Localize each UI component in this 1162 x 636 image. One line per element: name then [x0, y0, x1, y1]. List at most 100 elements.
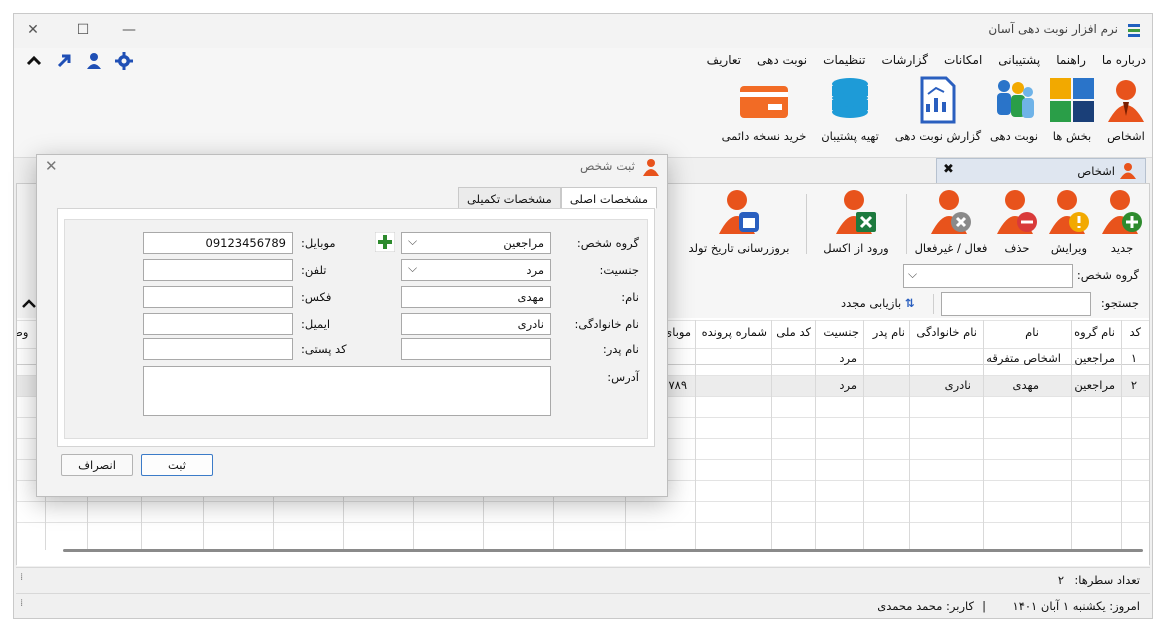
close-tab-icon[interactable]: ✖: [943, 162, 954, 177]
gear-icon[interactable]: [114, 51, 134, 71]
col-header-family[interactable]: نام خانوادگی: [916, 325, 977, 339]
col-header-national-id[interactable]: کد ملی: [776, 325, 811, 339]
refresh-button[interactable]: ⇅ بازیابی مجدد: [841, 296, 914, 310]
grid-col-line: [1121, 320, 1122, 550]
col-header-status[interactable]: وضع: [17, 325, 28, 339]
form-panel: گروه شخص: مراجعین ⌵ جنسیت: مرد ⌵ نام: مه…: [64, 219, 648, 439]
col-header-file-number[interactable]: شماره پرونده: [702, 325, 767, 339]
col-header-group[interactable]: نام گروه: [1074, 325, 1115, 339]
submit-button[interactable]: ثبت: [141, 454, 213, 476]
tab-people[interactable]: اشخاص ✖: [936, 158, 1146, 183]
menu-reports[interactable]: گزارشات: [881, 53, 927, 67]
menu-appointments[interactable]: نوبت دهی: [757, 53, 807, 67]
tab-main-info[interactable]: مشخصات اصلی: [560, 187, 657, 209]
address-label: آدرس:: [607, 370, 639, 384]
menu-bar: تعاریف نوبت دهی تنظیمات گزارشات امکانات …: [14, 48, 1152, 74]
maximize-window-button[interactable]: ☐: [72, 20, 94, 40]
col-header-code[interactable]: کد: [1129, 325, 1141, 339]
tab-extra-info[interactable]: مشخصات تکمیلی: [457, 187, 561, 209]
external-link-icon[interactable]: [54, 51, 74, 71]
father-name-input[interactable]: [401, 338, 551, 360]
person-add-icon: [1102, 190, 1142, 234]
person-excel-icon: [836, 190, 876, 234]
chevron-down-icon: ⌵: [908, 267, 918, 281]
register-person-dialog: ✕ ثبت شخص مشخصات اصلی مشخصات تکمیلی گروه…: [36, 154, 668, 497]
ribbon-buy-license-button[interactable]: خرید نسخه دائمی: [720, 76, 808, 143]
col-header-name[interactable]: نام: [1025, 325, 1039, 339]
fax-label: فکس:: [301, 290, 332, 304]
menu-settings[interactable]: تنظیمات: [823, 53, 865, 67]
row2-gender: مرد: [839, 378, 857, 392]
col-header-gender[interactable]: جنسیت: [823, 325, 859, 339]
update-birthdate-button[interactable]: بروزرسانی تاریخ تولد: [681, 188, 797, 255]
new-person-button[interactable]: جدید: [1097, 188, 1147, 255]
address-input[interactable]: [143, 366, 551, 416]
mobile-label: موبایل:: [301, 236, 336, 250]
postal-code-input[interactable]: [143, 338, 293, 360]
menu-help[interactable]: راهنما: [1056, 53, 1086, 67]
person-icon: [1120, 163, 1136, 179]
first-name-label: نام:: [621, 290, 639, 304]
row-count-bar: تعداد سطرها: ۲ ⁞: [16, 567, 1150, 591]
dialog-title: ثبت شخص: [579, 159, 635, 173]
last-name-input[interactable]: نادری: [401, 313, 551, 335]
toggle-active-button[interactable]: فعال / غیرفعال: [913, 188, 989, 255]
email-input[interactable]: [143, 313, 293, 335]
fax-input[interactable]: [143, 286, 293, 308]
dialog-close-button[interactable]: ✕: [45, 157, 58, 175]
user-icon[interactable]: [84, 51, 104, 71]
close-window-button[interactable]: ✕: [22, 20, 44, 40]
postal-code-label: کد پستی:: [301, 342, 347, 356]
status-user: کاربر: محمد محمدی: [877, 599, 974, 613]
menu-about[interactable]: درباره ما: [1102, 53, 1146, 67]
tab-people-label: اشخاص: [1077, 164, 1115, 178]
resize-grip-icon: ⁞: [20, 598, 24, 609]
cancel-button[interactable]: انصراف: [61, 454, 133, 476]
group-select[interactable]: مراجعین ⌵: [401, 232, 551, 254]
mobile-input[interactable]: 09123456789: [143, 232, 293, 254]
status-today: امروز: یکشنبه ۱ آبان ۱۴۰۱: [1012, 599, 1140, 613]
row1-group: مراجعین: [1074, 351, 1115, 365]
grid-line: [17, 501, 1149, 502]
credit-card-icon: [740, 86, 788, 118]
menu-support[interactable]: پشتیبانی: [998, 53, 1040, 67]
group-filter-label: گروه شخص:: [1076, 268, 1139, 282]
phone-input[interactable]: [143, 259, 293, 281]
status-separator: |: [982, 599, 986, 613]
add-group-button[interactable]: [375, 232, 395, 252]
toolbar-separator: [806, 194, 807, 254]
row2-code: ۲: [1130, 378, 1137, 392]
resize-grip-icon: ⁞: [20, 572, 24, 583]
ribbon-backup-button[interactable]: تهیه پشتیبان: [814, 76, 886, 143]
edit-person-button[interactable]: ویرایش: [1043, 188, 1095, 255]
row2-group: مراجعین: [1074, 378, 1115, 392]
menu-definitions[interactable]: تعاریف: [707, 53, 741, 67]
row-count-value: ۲: [1057, 573, 1064, 587]
ribbon-sections-button[interactable]: بخش ها: [1048, 76, 1096, 143]
menu-features[interactable]: امکانات: [944, 53, 982, 67]
row-count-label: تعداد سطرها:: [1074, 573, 1140, 587]
chevron-down-icon: ⌵: [408, 234, 418, 248]
search-input[interactable]: [941, 292, 1091, 316]
group-filter-select[interactable]: ⌵: [903, 264, 1073, 288]
first-name-input[interactable]: مهدی: [401, 286, 551, 308]
father-name-label: نام پدر:: [602, 342, 639, 356]
horizontal-scrollbar[interactable]: [63, 549, 1143, 552]
col-header-father[interactable]: نام پدر: [873, 325, 905, 339]
collapse-icon[interactable]: [21, 296, 37, 312]
delete-person-button[interactable]: حذف: [995, 188, 1039, 255]
ribbon: اشخاص بخش ها نوبت دهی گزارش نوبت دهی تهی…: [14, 74, 1152, 158]
status-bar: امروز: یکشنبه ۱ آبان ۱۴۰۱ | کاربر: محمد …: [16, 593, 1150, 617]
collapse-ribbon-icon[interactable]: [24, 51, 44, 71]
import-excel-button[interactable]: ورود از اکسل: [815, 188, 897, 255]
person-disable-icon: [931, 190, 971, 234]
grid-col-line: [815, 320, 816, 550]
ribbon-people-button[interactable]: اشخاص: [1104, 76, 1148, 143]
gender-select[interactable]: مرد ⌵: [401, 259, 551, 281]
grid-col-line: [695, 320, 696, 550]
ribbon-appointments-button[interactable]: نوبت دهی: [988, 76, 1040, 143]
ribbon-appointment-report-button[interactable]: گزارش نوبت دهی: [892, 76, 984, 143]
group-label: گروه شخص:: [576, 236, 639, 250]
minimize-window-button[interactable]: —: [118, 20, 140, 40]
phone-label: تلفن:: [301, 263, 327, 277]
